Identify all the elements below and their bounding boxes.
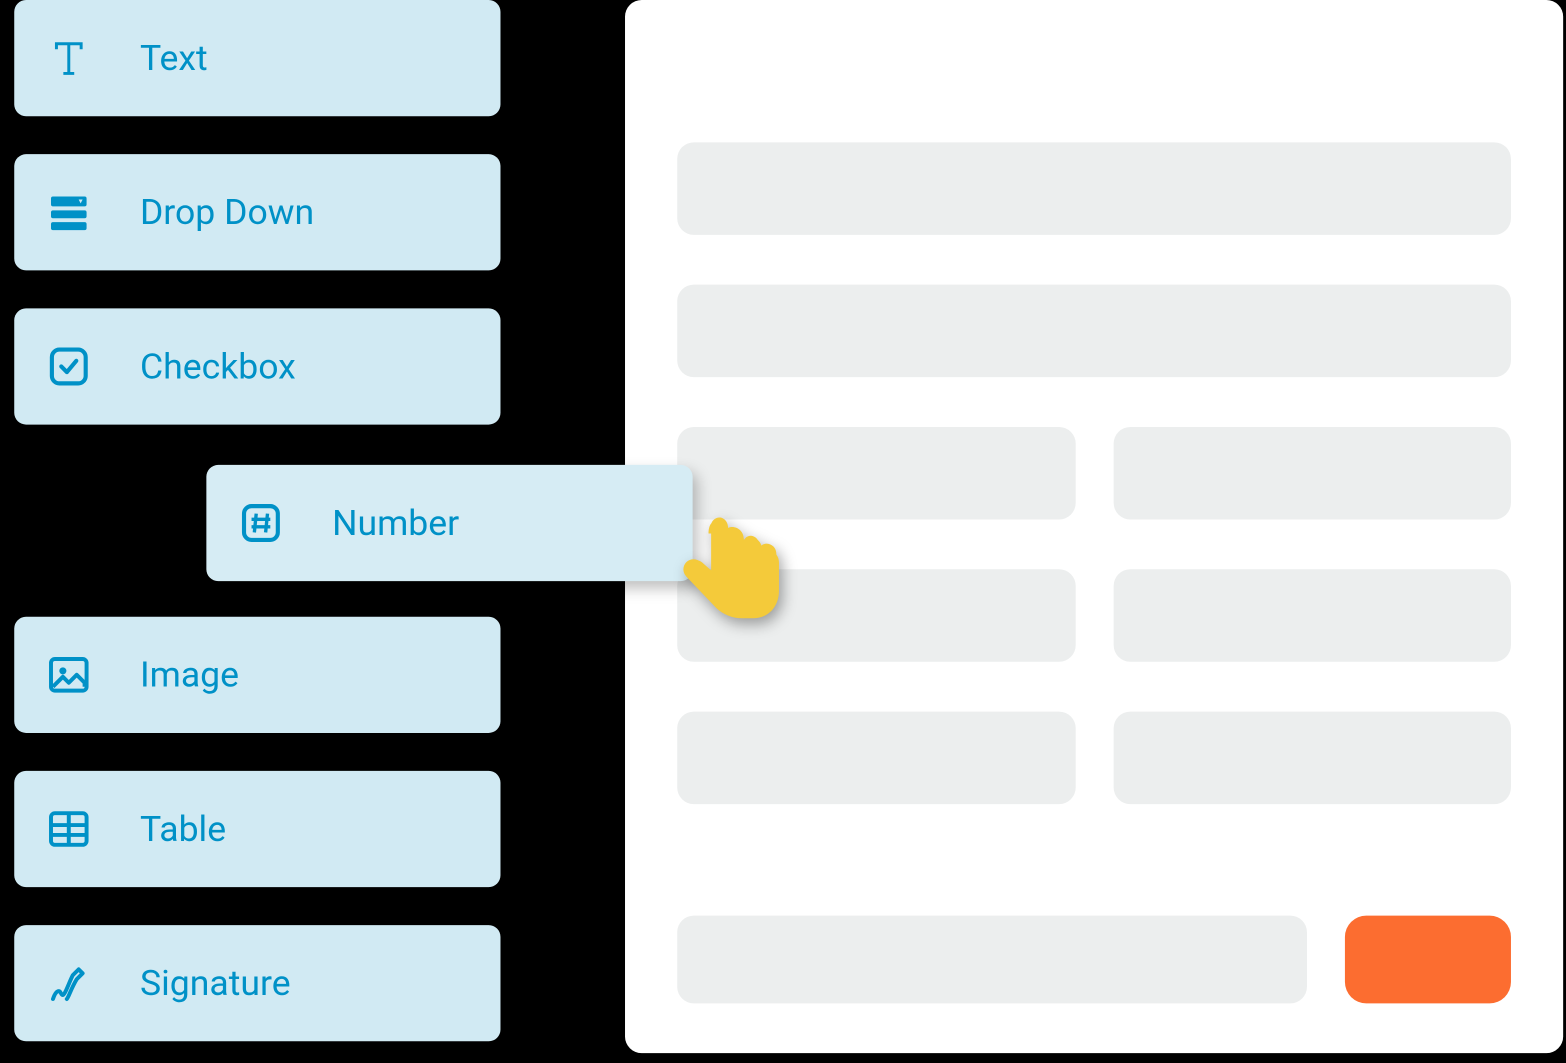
field-label: Number (332, 502, 459, 544)
number-icon (235, 497, 287, 549)
drag-cursor-icon (664, 510, 794, 640)
form-field-placeholder[interactable] (1113, 712, 1511, 805)
field-item-table[interactable]: Table (14, 771, 500, 887)
submit-button[interactable] (1345, 916, 1511, 1004)
field-label: Signature (140, 962, 291, 1004)
form-field-placeholder[interactable] (677, 285, 1511, 378)
form-bottom-row (677, 916, 1511, 1004)
field-item-image[interactable]: Image (14, 617, 500, 733)
form-row (677, 285, 1511, 378)
form-field-placeholder[interactable] (677, 427, 1075, 520)
field-item-signature[interactable]: Signature (14, 925, 500, 1041)
field-label: Checkbox (140, 346, 296, 388)
text-icon (43, 32, 95, 84)
field-label: Table (140, 808, 226, 850)
form-field-placeholder[interactable] (677, 712, 1075, 805)
form-row (677, 142, 1511, 235)
form-field-placeholder[interactable] (677, 916, 1307, 1004)
field-item-dropdown[interactable]: Drop Down (14, 154, 500, 270)
form-field-placeholder[interactable] (677, 142, 1511, 235)
form-field-placeholder[interactable] (1113, 569, 1511, 662)
dropdown-icon (43, 186, 95, 238)
field-item-number-dragging[interactable]: Number (206, 465, 692, 581)
field-label: Text (140, 37, 208, 79)
field-item-checkbox[interactable]: Checkbox (14, 308, 500, 424)
form-row (677, 569, 1511, 662)
field-label: Image (140, 654, 239, 696)
field-label: Drop Down (140, 192, 314, 234)
form-row (677, 712, 1511, 805)
form-field-placeholder[interactable] (1113, 427, 1511, 520)
field-item-text[interactable]: Text (14, 0, 500, 116)
signature-icon (43, 957, 95, 1009)
table-icon (43, 803, 95, 855)
image-icon (43, 649, 95, 701)
form-row (677, 427, 1511, 520)
checkbox-icon (43, 340, 95, 392)
